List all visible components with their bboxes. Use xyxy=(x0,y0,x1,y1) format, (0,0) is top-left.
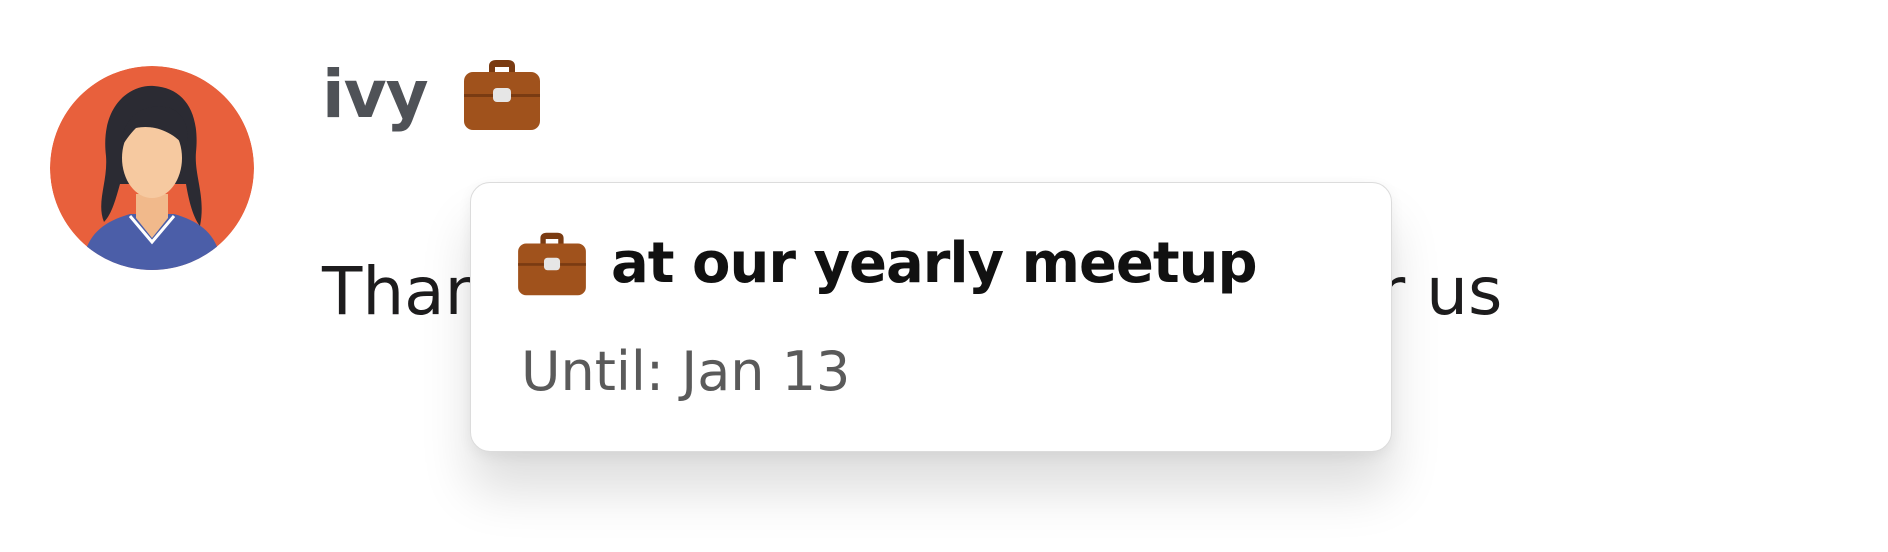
woman-avatar-icon xyxy=(50,66,254,270)
briefcase-icon xyxy=(515,231,589,297)
message-header: ivy xyxy=(322,50,542,140)
tooltip-header: at our yearly meetup xyxy=(515,231,1258,297)
status-tooltip: at our yearly meetup Until: Jan 13 xyxy=(470,182,1392,452)
status-title: at our yearly meetup xyxy=(611,231,1258,296)
briefcase-icon[interactable] xyxy=(462,58,542,132)
author-name[interactable]: ivy xyxy=(322,62,429,128)
avatar[interactable] xyxy=(50,66,254,270)
status-expiration: Until: Jan 13 xyxy=(521,340,851,403)
